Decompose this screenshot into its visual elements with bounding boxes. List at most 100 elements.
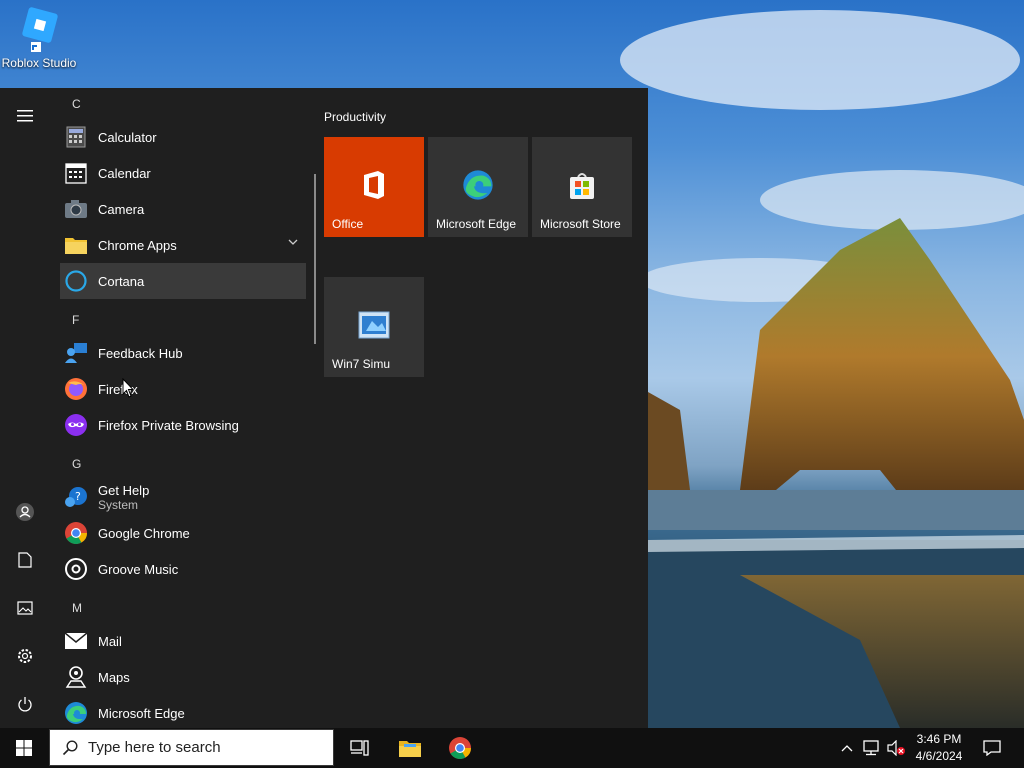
letter-header-f[interactable]: F: [72, 313, 79, 327]
clock[interactable]: 3:46 PM 4/6/2024: [910, 731, 968, 765]
settings-icon: [18, 649, 32, 663]
tile-label: Office: [332, 217, 364, 231]
app-label: Chrome Apps: [98, 237, 177, 253]
tile-group-title[interactable]: Productivity: [324, 110, 386, 124]
start-button[interactable]: [0, 728, 48, 768]
app-chrome-apps[interactable]: Chrome Apps: [60, 227, 306, 263]
app-label: Microsoft Edge: [98, 705, 185, 721]
search-icon: [62, 739, 78, 755]
tile-office[interactable]: Office: [324, 137, 424, 237]
task-view-button[interactable]: [336, 728, 384, 768]
roblox-studio-icon: [17, 6, 61, 54]
letter-header-c[interactable]: C: [72, 97, 81, 111]
app-maps[interactable]: Maps: [60, 659, 306, 695]
app-groove-music[interactable]: Groove Music: [60, 551, 306, 587]
app-list: C Calculator Calendar Camera Chrome Apps…: [58, 88, 308, 728]
file-explorer-icon: [399, 741, 421, 757]
get-help-icon: ?: [64, 485, 88, 509]
tray-overflow-button[interactable]: [836, 728, 858, 768]
edge-icon: [463, 170, 493, 200]
calendar-icon: [64, 161, 88, 185]
store-icon: [570, 173, 594, 199]
app-label: Mail: [98, 633, 122, 649]
app-google-chrome[interactable]: Google Chrome: [60, 515, 306, 551]
app-get-help[interactable]: ? Get Help System: [60, 479, 306, 515]
win7-simu-icon: [358, 311, 390, 339]
app-firefox-private[interactable]: Firefox Private Browsing: [60, 407, 306, 443]
windows-logo-icon: [16, 740, 32, 756]
chevron-down-icon[interactable]: [288, 239, 298, 245]
mail-icon: [64, 629, 88, 653]
app-mail[interactable]: Mail: [60, 623, 306, 659]
app-microsoft-edge[interactable]: Microsoft Edge: [60, 695, 306, 731]
taskbar-search-box[interactable]: Type here to search: [49, 729, 334, 766]
pictures-icon: [17, 601, 33, 615]
app-label: Camera: [98, 201, 145, 217]
cortana-icon: [64, 269, 88, 293]
camera-icon: [64, 197, 88, 221]
mouse-cursor-icon: [122, 378, 134, 398]
app-label: Firefox Private Browsing: [98, 417, 239, 433]
user-button[interactable]: [0, 492, 50, 532]
app-label: Groove Music: [98, 561, 179, 577]
power-icon: [18, 697, 32, 712]
taskbar: Type here to search 3:46 PM 4/6/2024: [0, 728, 1024, 768]
search-placeholder: Type here to search: [88, 739, 221, 756]
clock-time: 3:46 PM: [916, 732, 962, 746]
folder-icon: [64, 233, 88, 257]
feedback-hub-icon: [64, 341, 88, 365]
groove-music-icon: [64, 557, 88, 581]
app-label: Calendar: [98, 165, 151, 181]
app-label: Get Help: [98, 482, 150, 498]
app-label: Maps: [98, 669, 130, 685]
file-explorer-button[interactable]: [386, 728, 434, 768]
task-view-icon: [350, 740, 369, 756]
app-camera[interactable]: Camera: [60, 191, 306, 227]
start-menu: C Calculator Calendar Camera Chrome Apps…: [0, 88, 648, 728]
firefox-private-icon: [64, 413, 88, 437]
documents-icon: [18, 552, 32, 568]
tile-microsoft-store[interactable]: Microsoft Store: [532, 137, 632, 237]
pictures-button[interactable]: [0, 588, 50, 628]
app-list-scrollbar[interactable]: [314, 174, 316, 344]
network-icon: [863, 740, 879, 756]
tile-win7-simu[interactable]: Win7 Simu: [324, 277, 424, 377]
letter-header-m[interactable]: M: [72, 601, 82, 615]
volume-button[interactable]: [884, 728, 908, 768]
edge-icon: [64, 701, 88, 725]
start-rail: [0, 88, 50, 728]
power-button[interactable]: [0, 684, 50, 724]
tile-label: Microsoft Edge: [436, 217, 517, 231]
app-label: Calculator: [98, 129, 157, 145]
office-icon: [364, 171, 384, 199]
user-icon: [16, 503, 34, 521]
app-firefox[interactable]: Firefox: [60, 371, 306, 407]
hamburger-menu-icon: [17, 110, 33, 122]
app-label: Feedback Hub: [98, 345, 183, 361]
tile-microsoft-edge[interactable]: Microsoft Edge: [428, 137, 528, 237]
network-button[interactable]: [860, 728, 882, 768]
chevron-up-icon: [841, 745, 853, 752]
chrome-icon: [449, 737, 471, 759]
action-center-button[interactable]: [974, 728, 1010, 768]
app-sublabel: System: [98, 497, 139, 512]
app-cortana[interactable]: Cortana: [60, 263, 306, 299]
app-label: Cortana: [98, 273, 145, 289]
letter-header-g[interactable]: G: [72, 457, 81, 471]
app-calendar[interactable]: Calendar: [60, 155, 306, 191]
chrome-taskbar-button[interactable]: [436, 728, 484, 768]
svg-text:?: ?: [75, 490, 81, 503]
clock-date: 4/6/2024: [915, 749, 963, 763]
firefox-icon: [64, 377, 88, 401]
action-center-icon: [983, 740, 1001, 756]
documents-button[interactable]: [0, 540, 50, 580]
tiles-area: Productivity Office Microsoft Edge Micro…: [324, 88, 644, 728]
tile-label: Microsoft Store: [540, 217, 621, 231]
settings-button[interactable]: [0, 636, 50, 676]
volume-muted-icon: [887, 740, 905, 756]
app-feedback-hub[interactable]: Feedback Hub: [60, 335, 306, 371]
tile-label: Win7 Simu: [332, 357, 391, 371]
app-calculator[interactable]: Calculator: [60, 119, 306, 155]
desktop-icon-roblox-studio[interactable]: Roblox Studio: [0, 6, 78, 70]
hamburger-button[interactable]: [0, 96, 50, 136]
